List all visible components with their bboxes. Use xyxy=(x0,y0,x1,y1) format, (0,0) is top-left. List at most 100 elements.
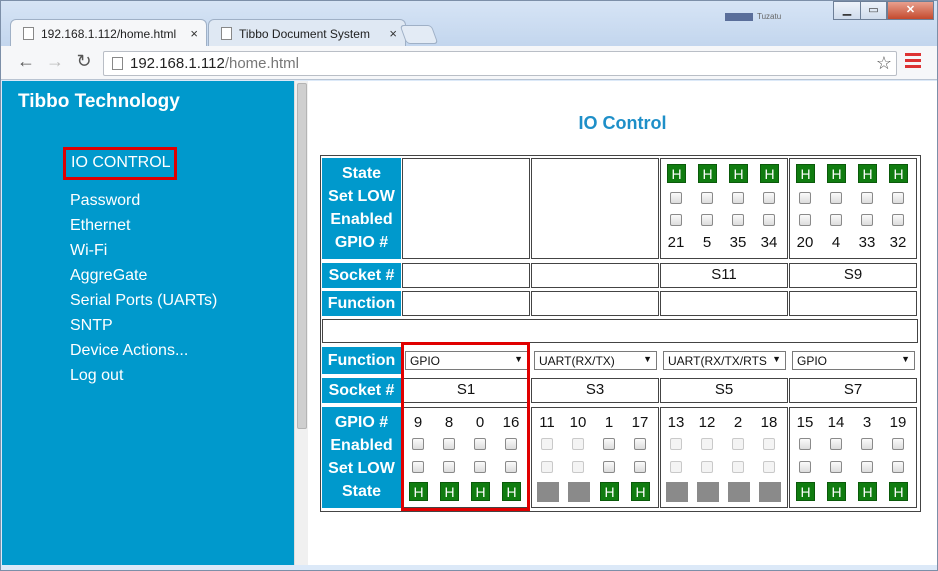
sidebar-item-ethernet[interactable]: Ethernet xyxy=(70,217,130,235)
state-high-indicator[interactable]: H xyxy=(729,164,748,183)
address-bar[interactable]: 192.168.1.112/home.html ☆ xyxy=(103,51,897,76)
state-high-indicator[interactable]: H xyxy=(796,482,815,501)
function-select[interactable]: UART(RX/TX/RTS ▼ xyxy=(663,351,786,370)
gpio-number: 19 xyxy=(889,414,907,431)
sidebar-item-aggregate[interactable]: AggreGate xyxy=(70,267,147,285)
set-low-checkbox[interactable] xyxy=(892,461,904,473)
tab-home[interactable]: 192.168.1.112/home.html × xyxy=(10,19,207,46)
enabled-checkbox[interactable] xyxy=(763,214,775,226)
gpio-number: 2 xyxy=(733,414,743,431)
state-disabled-indicator xyxy=(666,482,688,502)
enabled-checkbox[interactable] xyxy=(861,214,873,226)
state-high-indicator[interactable]: H xyxy=(631,482,650,501)
sidebar-item-log-out[interactable]: Log out xyxy=(70,367,123,385)
top-socket-cell xyxy=(402,263,530,288)
url-path: /home.html xyxy=(224,55,300,72)
enabled-checkbox[interactable] xyxy=(861,438,873,450)
function-select[interactable]: GPIO ▼ xyxy=(792,351,915,370)
state-high-indicator[interactable]: H xyxy=(889,164,908,183)
gpio-number: 33 xyxy=(858,234,876,251)
set-low-checkbox[interactable] xyxy=(732,192,744,204)
sidebar-item-sntp[interactable]: SNTP xyxy=(70,317,113,335)
set-low-checkbox[interactable] xyxy=(861,461,873,473)
gpio-number: 13 xyxy=(667,414,685,431)
sidebar-item-device-actions[interactable]: Device Actions... xyxy=(70,342,188,360)
top-function-cell xyxy=(660,291,788,316)
enabled-checkbox[interactable] xyxy=(670,214,682,226)
sidebar-scrollbar[interactable] xyxy=(294,81,308,565)
state-high-indicator[interactable]: H xyxy=(760,164,779,183)
row-label: Enabled xyxy=(330,211,393,228)
socket-name: S11 xyxy=(711,266,737,283)
top-row-labels: State Set LOW Enabled GPIO # xyxy=(322,158,401,259)
row-label: GPIO # xyxy=(334,414,389,431)
profile-label: Tuzatu xyxy=(757,12,782,21)
gpio-number: 18 xyxy=(760,414,778,431)
set-low-checkbox[interactable] xyxy=(830,461,842,473)
gpio-number: 11 xyxy=(539,414,555,431)
set-low-checkbox[interactable] xyxy=(799,192,811,204)
close-tab-icon[interactable]: × xyxy=(389,26,397,41)
sidebar-item-wifi[interactable]: Wi-Fi xyxy=(70,242,107,260)
enabled-checkbox[interactable] xyxy=(603,438,615,450)
state-high-indicator[interactable]: H xyxy=(827,482,846,501)
state-high-indicator[interactable]: H xyxy=(600,482,619,501)
back-icon[interactable]: ← xyxy=(15,51,37,72)
set-low-checkbox[interactable] xyxy=(763,192,775,204)
minimize-button[interactable]: ▁ xyxy=(833,1,861,20)
enabled-checkbox[interactable] xyxy=(830,214,842,226)
tab-tibbo-docs[interactable]: Tibbo Document System × xyxy=(208,19,406,46)
set-low-checkbox[interactable] xyxy=(634,461,646,473)
close-window-button[interactable]: ✕ xyxy=(887,1,934,20)
forward-icon[interactable]: → xyxy=(44,51,66,72)
enabled-checkbox[interactable] xyxy=(799,438,811,450)
close-tab-icon[interactable]: × xyxy=(190,26,198,41)
enabled-checkbox[interactable] xyxy=(892,438,904,450)
state-high-indicator[interactable]: H xyxy=(858,482,877,501)
tab-label: Tibbo Document System xyxy=(239,27,370,41)
state-high-indicator[interactable]: H xyxy=(827,164,846,183)
sidebar-item-password[interactable]: Password xyxy=(70,192,140,210)
set-low-checkbox[interactable] xyxy=(799,461,811,473)
scrollbar-thumb[interactable] xyxy=(297,83,307,429)
enabled-checkbox[interactable] xyxy=(892,214,904,226)
page-icon xyxy=(112,57,123,70)
socket-row-label: Socket # xyxy=(322,378,401,403)
state-high-indicator[interactable]: H xyxy=(796,164,815,183)
sidebar-item-io-control[interactable]: IO CONTROL xyxy=(71,154,171,172)
set-low-checkbox[interactable] xyxy=(861,192,873,204)
sidebar-item-serial-ports[interactable]: Serial Ports (UARTs) xyxy=(70,292,217,310)
state-high-indicator[interactable]: H xyxy=(698,164,717,183)
state-high-indicator[interactable]: H xyxy=(667,164,686,183)
bookmark-star-icon[interactable]: ☆ xyxy=(876,53,892,74)
state-high-indicator[interactable]: H xyxy=(889,482,908,501)
set-low-checkbox xyxy=(701,461,713,473)
enabled-checkbox[interactable] xyxy=(701,214,713,226)
menu-icon[interactable] xyxy=(905,53,921,69)
gpio-number: 1 xyxy=(604,414,614,431)
new-tab-button[interactable] xyxy=(399,25,439,44)
gpio-number: 14 xyxy=(827,414,845,431)
tab-label: 192.168.1.112/home.html xyxy=(41,27,177,41)
profile-badge[interactable]: Tuzatu xyxy=(725,12,785,22)
browser-window: 192.168.1.112/home.html × Tibbo Document… xyxy=(0,0,938,571)
row-label: Set LOW xyxy=(328,188,395,205)
set-low-checkbox[interactable] xyxy=(701,192,713,204)
maximize-button[interactable]: ▭ xyxy=(860,1,887,20)
enabled-checkbox[interactable] xyxy=(799,214,811,226)
enabled-checkbox xyxy=(541,438,553,450)
enabled-checkbox[interactable] xyxy=(634,438,646,450)
browser-toolbar: ← → ↻ 192.168.1.112/home.html ☆ xyxy=(1,46,937,80)
row-label: Set LOW xyxy=(328,460,395,477)
state-high-indicator[interactable]: H xyxy=(858,164,877,183)
reload-icon[interactable]: ↻ xyxy=(73,51,95,72)
enabled-checkbox[interactable] xyxy=(830,438,842,450)
select-value: UART(RX/TX) xyxy=(539,354,615,368)
set-low-checkbox[interactable] xyxy=(603,461,615,473)
set-low-checkbox[interactable] xyxy=(830,192,842,204)
function-select[interactable]: UART(RX/TX) ▼ xyxy=(534,351,657,370)
set-low-checkbox[interactable] xyxy=(670,192,682,204)
bottom-row-labels: GPIO # Enabled Set LOW State xyxy=(322,407,401,508)
set-low-checkbox[interactable] xyxy=(892,192,904,204)
enabled-checkbox[interactable] xyxy=(732,214,744,226)
